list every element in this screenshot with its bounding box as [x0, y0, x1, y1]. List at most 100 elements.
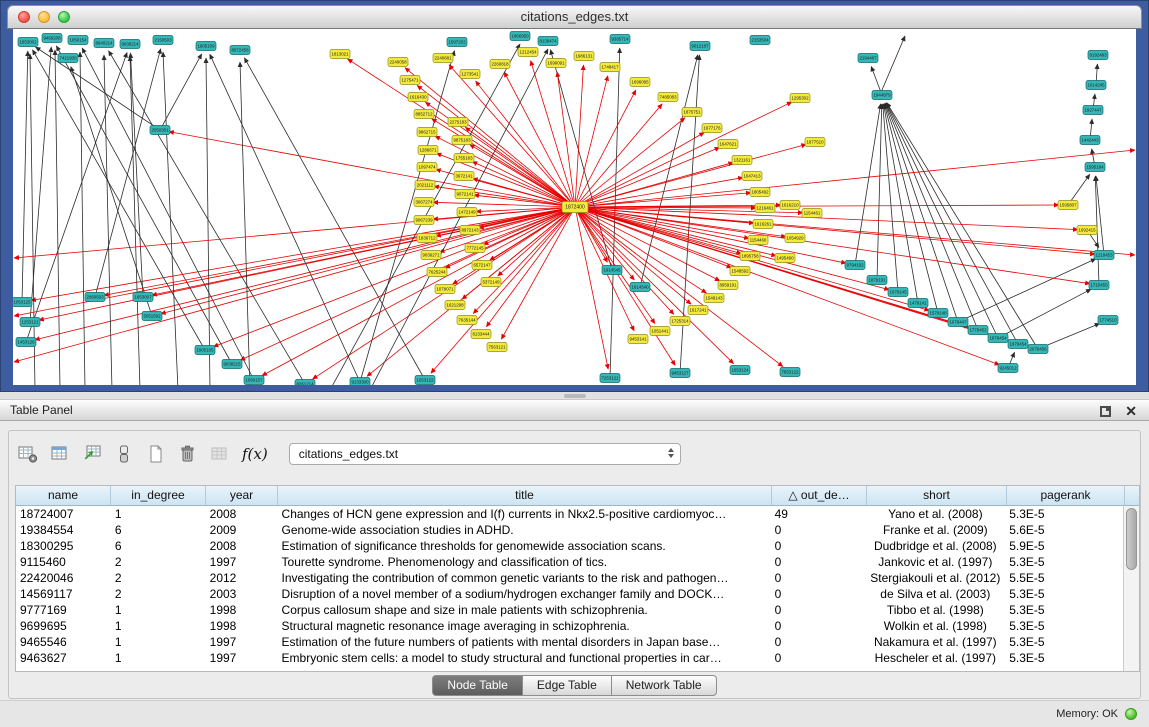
cell-in_degree[interactable]: 1 [111, 618, 206, 634]
graph-node[interactable]: 1597202 [447, 38, 467, 47]
cell-year[interactable]: 2009 [206, 522, 278, 538]
vertical-scrollbar[interactable] [1123, 506, 1139, 671]
table-row[interactable]: 1938455462009Genome-wide association stu… [16, 522, 1123, 538]
graph-node[interactable]: 9038214 [120, 40, 140, 49]
column-header-pagerank[interactable]: pagerank [1007, 486, 1125, 505]
graph-node[interactable]: 1774510 [1098, 316, 1118, 325]
graph-node[interactable]: 2240681 [433, 54, 453, 63]
cell-short[interactable]: Jankovic et al. (1997) [865, 554, 1005, 570]
cell-in_degree[interactable]: 2 [111, 554, 206, 570]
graph-node[interactable]: 1154460 [748, 236, 768, 245]
graph-node[interactable]: 7421930 [58, 54, 78, 63]
graph-node[interactable]: 1866950 [510, 32, 530, 41]
graph-node[interactable]: 8959191 [718, 281, 738, 290]
graph-node[interactable]: 7253121 [600, 374, 620, 383]
import-table-button[interactable] [78, 441, 105, 467]
cell-in_degree[interactable]: 6 [111, 522, 206, 538]
graph-node[interactable]: 7563121 [487, 343, 507, 352]
cell-out_degree[interactable]: 0 [771, 618, 866, 634]
graph-node[interactable]: 1295302 [790, 94, 810, 103]
graph-node[interactable]: 1273541 [460, 70, 480, 79]
table-mode-button[interactable] [110, 441, 137, 467]
graph-node[interactable]: 1616430 [408, 93, 428, 102]
panel-splitter[interactable] [0, 392, 1149, 399]
graph-node[interactable]: 9038215 [222, 360, 242, 369]
cell-out_degree[interactable]: 0 [771, 538, 866, 554]
graph-node[interactable]: 1621298 [445, 301, 465, 310]
table-selector-dropdown[interactable]: citations_edges.txt [289, 443, 681, 465]
table-row[interactable]: 977716911998Corpus callosum shape and si… [16, 602, 1123, 618]
cell-out_degree[interactable]: 0 [771, 634, 866, 650]
graph-node[interactable]: 1442443 [1080, 136, 1100, 145]
cell-in_degree[interactable]: 6 [111, 538, 206, 554]
cell-title[interactable]: Structural magnetic resonance image aver… [278, 618, 771, 634]
table-column-settings-button[interactable] [14, 441, 41, 467]
graph-node[interactable]: 9453141 [628, 335, 648, 344]
cell-title[interactable]: Estimation of the future numbers of pati… [278, 634, 771, 650]
graph-node[interactable]: 1050157 [244, 376, 264, 385]
graph-node[interactable]: 7635144 [457, 316, 477, 325]
cell-name[interactable]: 18724007 [16, 506, 111, 522]
cell-name[interactable]: 9777169 [16, 602, 111, 618]
graph-node[interactable]: 6572147 [472, 261, 492, 270]
cell-title[interactable]: Estimation of significance thresholds fo… [278, 538, 771, 554]
graph-node[interactable]: 1813021 [330, 50, 350, 59]
graph-node[interactable]: 1286671 [418, 146, 438, 155]
cell-name[interactable]: 18300295 [16, 538, 111, 554]
column-header-short[interactable]: short [867, 486, 1007, 505]
cell-out_degree[interactable]: 0 [771, 650, 866, 666]
graph-node[interactable]: 1616261 [753, 220, 773, 229]
cell-pagerank[interactable]: 5.6E-5 [1005, 522, 1123, 538]
graph-node[interactable]: 1548592 [730, 267, 750, 276]
cell-year[interactable]: 1997 [206, 554, 278, 570]
float-panel-icon[interactable] [1100, 406, 1111, 417]
graph-node[interactable]: 2079456 [1028, 345, 1048, 354]
graph-node[interactable]: 8852712 [414, 110, 434, 119]
graph-node[interactable]: 1495490 [775, 254, 795, 263]
tab-node-table[interactable]: Node Table [432, 675, 523, 696]
cell-short[interactable]: Yano et al. (2008) [865, 506, 1005, 522]
cell-in_degree[interactable]: 1 [111, 634, 206, 650]
cell-in_degree[interactable]: 1 [111, 602, 206, 618]
table-row[interactable]: 946362711997Embryonic stem cells: a mode… [16, 650, 1123, 666]
graph-node[interactable]: 1321161 [732, 156, 752, 165]
graph-node[interactable]: 1050154 [68, 36, 88, 45]
graph-node[interactable]: 1748417 [600, 63, 620, 72]
cell-year[interactable]: 1997 [206, 650, 278, 666]
close-panel-icon[interactable]: ✕ [1125, 400, 1137, 422]
table-row[interactable]: 2242004622012Investigating the contribut… [16, 570, 1123, 586]
graph-node[interactable]: 1054929 [785, 234, 805, 243]
close-button[interactable] [18, 11, 30, 23]
cell-out_degree[interactable]: 0 [771, 586, 866, 602]
cell-name[interactable]: 14569117 [16, 586, 111, 602]
graph-node[interactable]: 9245012 [998, 364, 1018, 373]
graph-node[interactable]: 1986131 [574, 52, 594, 61]
cell-out_degree[interactable]: 0 [771, 602, 866, 618]
graph-node[interactable]: 9036271 [421, 251, 441, 260]
cell-name[interactable]: 9115460 [16, 554, 111, 570]
graph-node[interactable]: 1616210 [780, 201, 800, 210]
cell-pagerank[interactable]: 5.3E-5 [1005, 586, 1123, 602]
cell-pagerank[interactable]: 5.5E-5 [1005, 570, 1123, 586]
table-row[interactable]: 1830029562008Estimation of significance … [16, 538, 1123, 554]
cell-title[interactable]: Tourette syndrome. Phenomenology and cla… [278, 554, 771, 570]
graph-node[interactable]: 1275471 [400, 76, 420, 85]
graph-node[interactable]: 1879191 [867, 276, 887, 285]
show-columns-button[interactable] [46, 441, 73, 467]
cell-pagerank[interactable]: 5.3E-5 [1005, 554, 1123, 570]
column-header-name[interactable]: name [16, 486, 111, 505]
cell-short[interactable]: Dudbridge et al. (2008) [865, 538, 1005, 554]
cell-out_degree[interactable]: 49 [771, 506, 866, 522]
cell-short[interactable]: de Silva et al. (2003) [865, 586, 1005, 602]
graph-node[interactable]: 1679145 [888, 288, 908, 297]
graph-node[interactable]: 1853002 [18, 38, 38, 47]
tab-network-table[interactable]: Network Table [612, 675, 717, 696]
graph-node[interactable]: 7772145 [465, 244, 485, 253]
graph-node[interactable]: 3672141 [454, 172, 474, 181]
graph-node[interactable]: 5051592 [142, 312, 162, 321]
graph-node[interactable]: 1779452 [968, 326, 988, 335]
graph-node[interactable]: 1053125 [13, 298, 32, 307]
graph-node[interactable]: 1253121 [20, 318, 40, 327]
cell-title[interactable]: Disruption of a novel member of a sodium… [278, 586, 771, 602]
graph-node[interactable]: 7853122 [780, 368, 800, 377]
